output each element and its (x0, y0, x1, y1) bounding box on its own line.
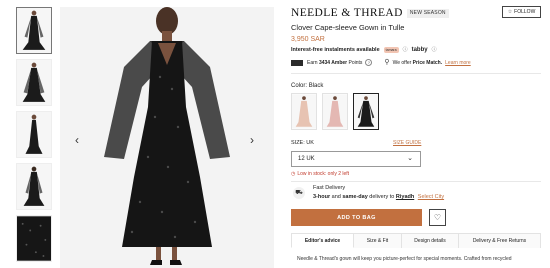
info-icon[interactable]: ⓘ (432, 46, 437, 53)
dress-image (17, 112, 51, 157)
rewards-row: Earn 3434 Amber Points ? ⚲ We offer Pric… (291, 59, 541, 66)
amber-card-icon (291, 59, 303, 66)
amber-points: 3434 Amber (318, 59, 348, 66)
thumbnail-2[interactable] (16, 59, 52, 106)
dress-image (292, 94, 316, 129)
product-price: 3,950 SAR (291, 36, 325, 43)
divider (291, 73, 541, 74)
dress-image (17, 60, 51, 105)
size-guide-link[interactable]: SIZE GUIDE (393, 140, 421, 146)
brand-row: NEEDLE & THREAD NEW SEASON (291, 7, 449, 19)
info-icon[interactable]: ⓘ (403, 46, 408, 53)
heart-icon: ♡ (433, 213, 442, 222)
size-label-text: SIZE: (291, 140, 305, 146)
learn-more-link[interactable]: Learn more (445, 60, 471, 66)
fabric-detail-image (17, 216, 51, 261)
dress-image (17, 8, 51, 53)
price-match-text: We offer (392, 59, 412, 66)
delivery-city[interactable]: Riyadh (396, 194, 414, 200)
tamara-logo: tamara (383, 46, 399, 53)
add-to-bag-button[interactable]: ADD TO BAG (291, 209, 422, 226)
color-swatch-black[interactable] (353, 93, 379, 130)
delivery-to: delivery to (369, 194, 395, 200)
new-season-badge: NEW SEASON (406, 8, 449, 18)
thumbnail-4[interactable] (16, 163, 52, 210)
points-suffix: Points (348, 59, 363, 66)
installments-row: Interest-free instalments available tama… (291, 46, 437, 53)
color-label: Color: Black (291, 83, 323, 89)
selected-size: 12 UK (298, 156, 315, 162)
tabby-logo: tabby (411, 46, 428, 53)
product-title: Clover Cape-sleeve Gown in Tulle (291, 23, 405, 32)
chevron-down-icon: ⌄ (407, 155, 413, 162)
tab-design-details[interactable]: Design details (402, 233, 459, 248)
tab-delivery-returns[interactable]: Delivery & Free Returns (459, 233, 541, 248)
delivery-speed-2: same-day (342, 194, 368, 200)
dress-image (323, 94, 347, 129)
delivery-and: and (331, 194, 341, 200)
selected-color: Black (308, 83, 324, 89)
thumbnail-1[interactable] (16, 7, 52, 54)
fast-delivery-title: Fast Delivery (313, 185, 346, 191)
delivery-speed-1: 3-hour (313, 194, 331, 200)
fast-delivery-details: 3-hour and same-day delivery to Riyadh S… (313, 194, 444, 200)
size-select[interactable]: 12 UK ⌄ (291, 151, 421, 167)
divider (291, 181, 541, 182)
price-tag-icon: ⚲ (384, 58, 390, 66)
select-city-link[interactable]: Select City (418, 194, 444, 200)
star-icon: ☆ (507, 9, 513, 15)
chevron-right-icon[interactable]: › (250, 134, 254, 146)
brand-name[interactable]: NEEDLE & THREAD (291, 7, 403, 19)
earn-prefix: Earn (307, 59, 318, 66)
wishlist-button[interactable]: ♡ (429, 209, 446, 226)
price-match-bold: Price Match. (412, 59, 443, 66)
chevron-left-icon[interactable]: ‹ (75, 134, 79, 146)
help-icon[interactable]: ? (365, 59, 373, 66)
dress-image (60, 7, 274, 268)
clock-icon: ◷ (291, 171, 296, 177)
color-swatch-pink[interactable] (322, 93, 348, 130)
dress-image (354, 94, 378, 129)
dress-image (17, 164, 51, 209)
description-text: Needle & Thread's gown will keep you pic… (297, 256, 512, 262)
info-tabs: Editor's advice Size & Fit Design detail… (291, 233, 541, 248)
stock-note-text: Low in stock: only 2 left (297, 171, 350, 177)
truck-icon: ⛟ (293, 187, 305, 199)
installments-label: Interest-free instalments available (291, 46, 380, 53)
color-label-text: Color: (291, 83, 308, 89)
size-label: SIZE: UK (291, 140, 314, 146)
main-product-image (60, 7, 274, 268)
color-swatch-blush[interactable] (291, 93, 317, 130)
tab-editors-advice[interactable]: Editor's advice (291, 233, 354, 248)
product-details-panel: NEEDLE & THREAD NEW SEASON ☆ FOLLOW Clov… (291, 0, 550, 268)
tab-size-fit[interactable]: Size & Fit (354, 233, 402, 248)
follow-button[interactable]: ☆ FOLLOW (502, 6, 541, 18)
follow-label: FOLLOW (514, 9, 536, 15)
thumbnail-5[interactable] (16, 215, 52, 262)
thumbnail-3[interactable] (16, 111, 52, 158)
stock-note: ◷ Low in stock: only 2 left (291, 171, 349, 177)
size-system: UK (306, 140, 314, 146)
